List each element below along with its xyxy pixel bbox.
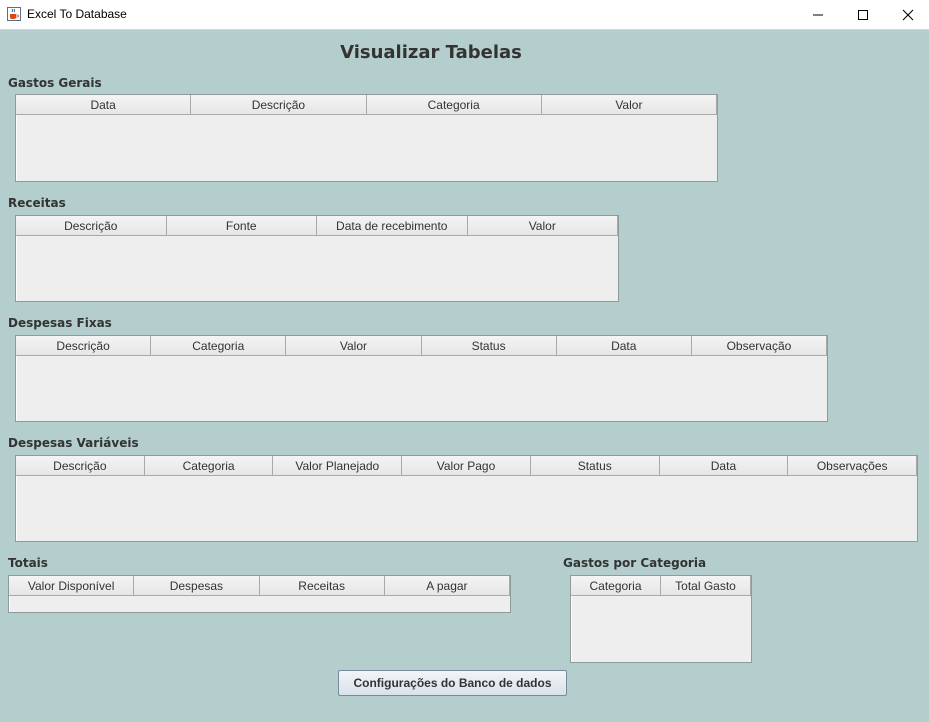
java-cup-icon [7,7,21,21]
column-header-valor[interactable]: Valor [541,95,717,114]
close-button[interactable] [885,0,929,30]
close-icon [902,9,914,21]
column-header-receitas[interactable]: Receitas [259,576,385,595]
section-label-despesas-variaveis: Despesas Variáveis [8,436,139,450]
column-header-data[interactable]: Data [16,95,192,114]
column-header-observacoes[interactable]: Observações [788,456,918,475]
table-despesas-variaveis[interactable]: Descrição Categoria Valor Planejado Valo… [15,455,918,542]
db-config-button[interactable]: Configurações do Banco de dados [338,670,567,696]
section-label-despesas-fixas: Despesas Fixas [8,316,112,330]
column-header-valor-pago[interactable]: Valor Pago [402,456,531,475]
table-totais[interactable]: Valor Disponível Despesas Receitas A pag… [8,575,511,613]
page-title: Visualizar Tabelas [340,42,522,63]
section-label-gastos-gerais: Gastos Gerais [8,76,102,90]
table-header: Descrição Categoria Valor Status Data Ob… [16,336,828,356]
table-header: Categoria Total Gasto [571,576,751,596]
column-header-status[interactable]: Status [421,336,557,355]
column-header-descricao[interactable]: Descrição [16,456,145,475]
column-header-total-gasto[interactable]: Total Gasto [661,576,751,595]
table-gastos-por-categoria[interactable]: Categoria Total Gasto [570,575,752,663]
table-receitas[interactable]: Descrição Fonte Data de recebimento Valo… [15,215,619,302]
section-label-totais: Totais [8,556,48,570]
column-header-despesas[interactable]: Despesas [134,576,260,595]
column-header-observacao[interactable]: Observação [691,336,828,355]
maximize-button[interactable] [840,0,886,30]
column-header-categoria[interactable]: Categoria [151,336,287,355]
column-header-a-pagar[interactable]: A pagar [384,576,510,595]
column-header-categoria[interactable]: Categoria [571,576,661,595]
window-titlebar: Excel To Database [0,0,929,30]
table-header: Valor Disponível Despesas Receitas A pag… [9,576,510,596]
column-header-descricao[interactable]: Descrição [16,216,167,235]
window-title: Excel To Database [27,7,127,21]
column-header-data-recebimento[interactable]: Data de recebimento [317,216,468,235]
column-header-status[interactable]: Status [530,456,660,475]
column-header-data[interactable]: Data [659,456,789,475]
column-header-valor-planejado[interactable]: Valor Planejado [273,456,403,475]
column-header-descricao[interactable]: Descrição [191,95,367,114]
column-header-categoria[interactable]: Categoria [366,95,542,114]
minimize-icon [813,14,823,16]
minimize-button[interactable] [795,0,841,30]
column-header-data[interactable]: Data [556,336,692,355]
table-header: Data Descrição Categoria Valor [16,95,717,115]
section-label-receitas: Receitas [8,196,66,210]
column-header-valor-disponivel[interactable]: Valor Disponível [9,576,135,595]
column-header-fonte[interactable]: Fonte [166,216,317,235]
column-header-valor[interactable]: Valor [467,216,618,235]
table-header: Descrição Fonte Data de recebimento Valo… [16,216,618,236]
table-despesas-fixas[interactable]: Descrição Categoria Valor Status Data Ob… [15,335,828,422]
table-header: Descrição Categoria Valor Planejado Valo… [16,456,918,476]
table-gastos-gerais[interactable]: Data Descrição Categoria Valor [15,94,718,182]
column-header-categoria[interactable]: Categoria [144,456,274,475]
column-header-descricao[interactable]: Descrição [16,336,152,355]
maximize-icon [858,10,868,20]
column-header-valor[interactable]: Valor [286,336,422,355]
section-label-gastos-por-categoria: Gastos por Categoria [563,556,707,570]
